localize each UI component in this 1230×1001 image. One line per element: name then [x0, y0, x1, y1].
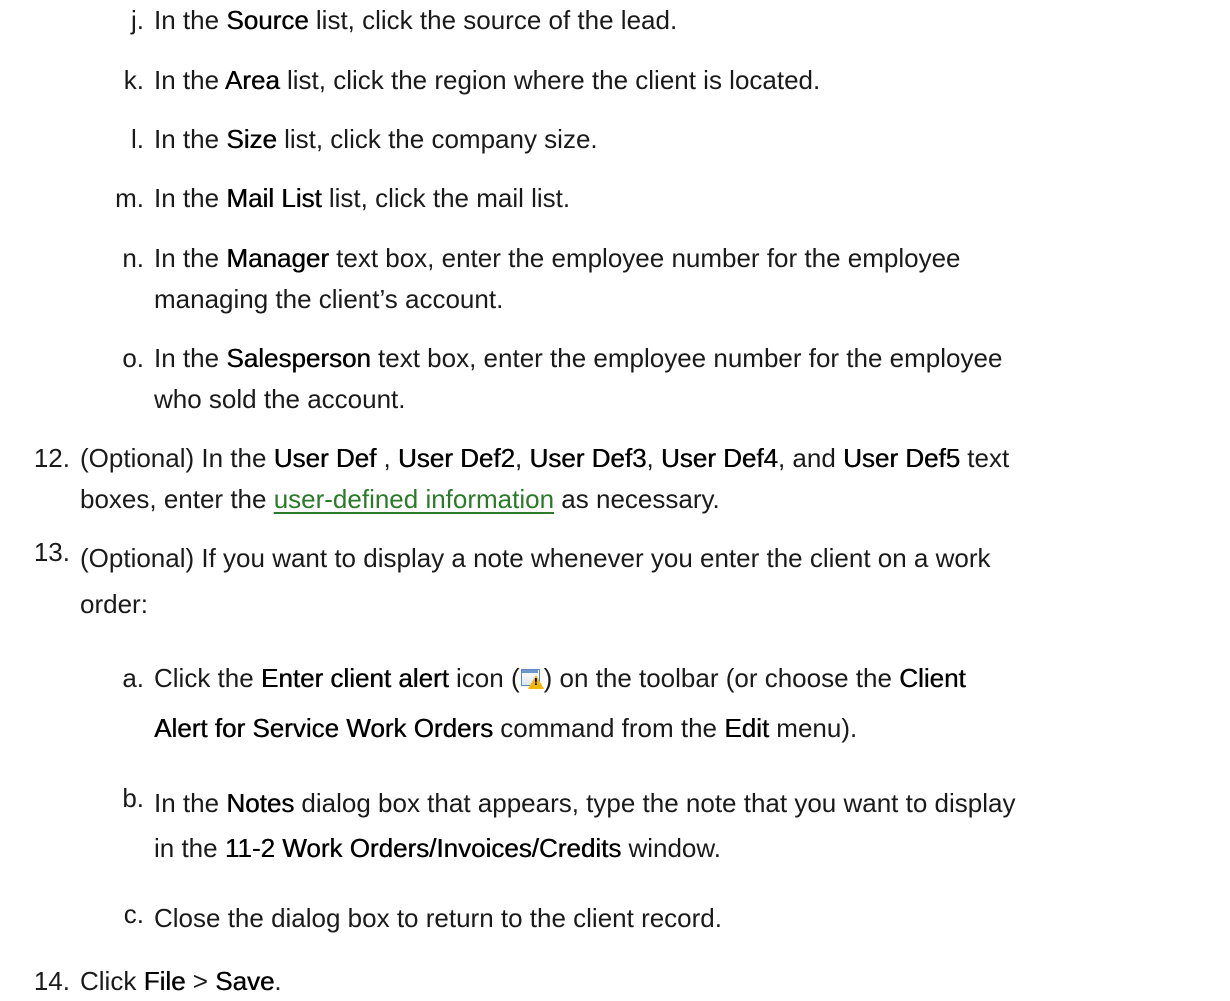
step-text: In the Source list, click the source of …	[154, 5, 678, 35]
step-text: In the Mail List list, click the mail li…	[154, 183, 571, 213]
step-marker: 12.	[33, 443, 70, 473]
step-text-cont: boxes, enter the user-defined informatio…	[80, 484, 720, 514]
ui-term: User Def2	[397, 443, 515, 473]
step-text: In the Manager text box, enter the emplo…	[154, 243, 961, 273]
step-text: Close the dialog box to return to the cl…	[154, 903, 722, 933]
step-marker: m.	[115, 183, 144, 213]
ui-term: 11-2 Work Orders/Invoices/Credits	[224, 833, 622, 863]
ui-term: User Def3	[529, 443, 647, 473]
step-text: In the Area list, click the region where…	[154, 65, 821, 95]
ui-term: Salesperson	[226, 343, 371, 373]
step-text-cont: Alert for Service Work Orders command fr…	[154, 713, 858, 743]
ui-term: Manager	[226, 243, 329, 273]
step-marker: 13.	[33, 537, 70, 567]
ui-term: Mail List	[226, 183, 322, 213]
step-text-cont: who sold the account.	[154, 384, 406, 414]
user-defined-information-link[interactable]: user-defined information	[274, 484, 554, 514]
step-text: In the Salesperson text box, enter the e…	[154, 343, 1003, 373]
ui-term: Client	[899, 663, 966, 693]
ui-term: Area	[224, 65, 280, 95]
step-marker: b.	[122, 783, 144, 813]
step-marker: j.	[131, 5, 144, 35]
step-text: (Optional) In the User Def , User Def2, …	[80, 443, 1010, 473]
step-marker: 14.	[33, 966, 70, 996]
step-marker: c.	[123, 899, 144, 929]
step-marker: k.	[123, 65, 144, 95]
step-text: Click the Enter client alert icon (!) on…	[154, 663, 966, 693]
step-text-cont: in the 11-2 Work Orders/Invoices/Credits…	[154, 833, 721, 863]
ui-term: Notes	[226, 788, 295, 818]
step-text: Click File > Save.	[80, 966, 282, 996]
step-text-cont: managing the client’s account.	[154, 284, 504, 314]
step-text: (Optional) If you want to display a note…	[80, 543, 991, 573]
ui-term: Alert for Service Work Orders	[154, 713, 494, 743]
ui-term: Save	[215, 966, 275, 996]
ui-term: Source	[226, 5, 309, 35]
step-marker: n.	[122, 243, 144, 273]
step-marker: a.	[122, 663, 144, 693]
step-marker: o.	[122, 343, 144, 373]
ui-term: Enter client alert	[260, 663, 449, 693]
ui-term: Size	[226, 124, 277, 154]
ui-term: File	[143, 966, 186, 996]
step-text-cont: order:	[80, 589, 148, 619]
step-text: In the Size list, click the company size…	[154, 124, 598, 154]
step-marker: l.	[131, 124, 144, 154]
ui-term: User Def4	[660, 443, 778, 473]
ui-term: Edit	[724, 713, 770, 743]
step-text: In the Notes dialog box that appears, ty…	[154, 788, 1016, 818]
ui-term: User Def	[273, 443, 377, 473]
ui-term: User Def5	[843, 443, 961, 473]
client-alert-icon: !	[520, 668, 544, 690]
